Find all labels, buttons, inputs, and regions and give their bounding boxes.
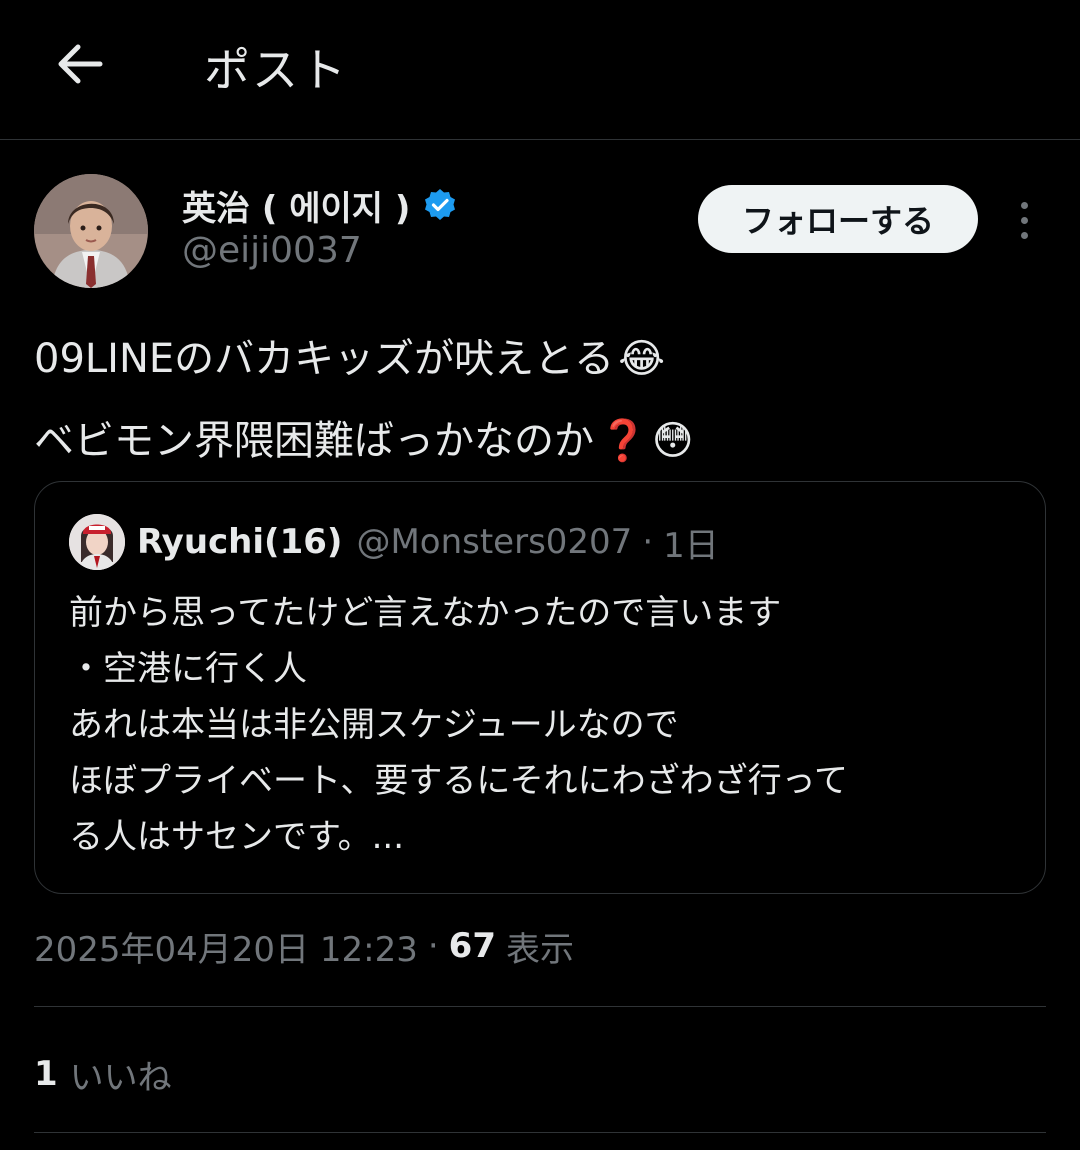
page-title: ポスト bbox=[204, 43, 348, 97]
quoted-post-time: 1日 bbox=[663, 525, 719, 566]
laughing-emoji-icon: 😂 bbox=[618, 336, 665, 382]
likes-count: 1 bbox=[34, 1054, 58, 1094]
post-line-1-text: 09LINEのバカキッズが吠えとる bbox=[34, 336, 615, 382]
verified-badge-icon bbox=[425, 189, 456, 220]
quoted-separator: · bbox=[642, 522, 654, 562]
quoted-line: ほぼプライベート、要するにそれにわざわざ行って bbox=[69, 761, 848, 801]
quoted-post-header: Ryuchi(16) @Monsters0207 · 1日 bbox=[69, 512, 719, 572]
views-count: 67 bbox=[448, 926, 496, 966]
quoted-line: 前から思ってたけど言えなかったので言います bbox=[69, 593, 782, 633]
arrow-left-icon bbox=[58, 44, 103, 84]
author-name-row: 英治 ( 에이지 ) bbox=[182, 180, 458, 230]
author-avatar[interactable] bbox=[34, 174, 148, 288]
quoted-line: る人はサセンです。... bbox=[69, 817, 405, 857]
question-mark-emoji-icon: ❓ bbox=[598, 418, 648, 464]
author-handle[interactable]: @eiji0037 bbox=[182, 230, 362, 271]
quoted-line: あれは本当は非公開スケジュールなので bbox=[69, 705, 679, 745]
post-line-2-text: ベビモン界隈困難ばっかなのか bbox=[34, 418, 594, 464]
quoted-author-handle: @Monsters0207 bbox=[356, 522, 633, 562]
back-button[interactable] bbox=[52, 38, 108, 90]
divider bbox=[34, 1006, 1046, 1007]
more-vertical-icon bbox=[1020, 201, 1028, 209]
quoted-author-name: Ryuchi(16) bbox=[137, 522, 343, 562]
post-line-1: 09LINEのバカキッズが吠えとる 😂 bbox=[34, 318, 1044, 400]
post-meta: 2025年04月20日 12:23 · 67 表示 bbox=[34, 918, 574, 974]
post-line-2: ベビモン界隈困難ばっかなのか ❓ 😳 bbox=[34, 400, 1044, 482]
flushed-face-emoji-icon: 😳 bbox=[651, 418, 694, 464]
quoted-post-text: 前から思ってたけど言えなかったので言います ・空港に行く人 あれは本当は非公開ス… bbox=[69, 585, 1019, 865]
views-label: 表示 bbox=[506, 929, 574, 970]
quoted-author-avatar bbox=[69, 514, 125, 570]
likes-summary[interactable]: 1 いいね bbox=[34, 1046, 172, 1102]
more-options-button[interactable] bbox=[1004, 195, 1044, 245]
top-bar: ポスト bbox=[0, 0, 1080, 140]
post-text: 09LINEのバカキッズが吠えとる 😂 ベビモン界隈困難ばっかなのか ❓ 😳 bbox=[34, 318, 1044, 482]
post-timestamp[interactable]: 2025年04月20日 12:23 bbox=[34, 922, 418, 971]
follow-button[interactable]: フォローする bbox=[698, 185, 978, 253]
divider bbox=[34, 1132, 1046, 1133]
meta-separator: · bbox=[427, 926, 439, 966]
quoted-post-card[interactable]: Ryuchi(16) @Monsters0207 · 1日 前から思ってたけど言… bbox=[34, 481, 1046, 894]
author-display-name[interactable]: 英治 ( 에이지 ) bbox=[182, 181, 410, 230]
quoted-line: ・空港に行く人 bbox=[69, 649, 307, 689]
likes-label: いいね bbox=[69, 1057, 172, 1098]
